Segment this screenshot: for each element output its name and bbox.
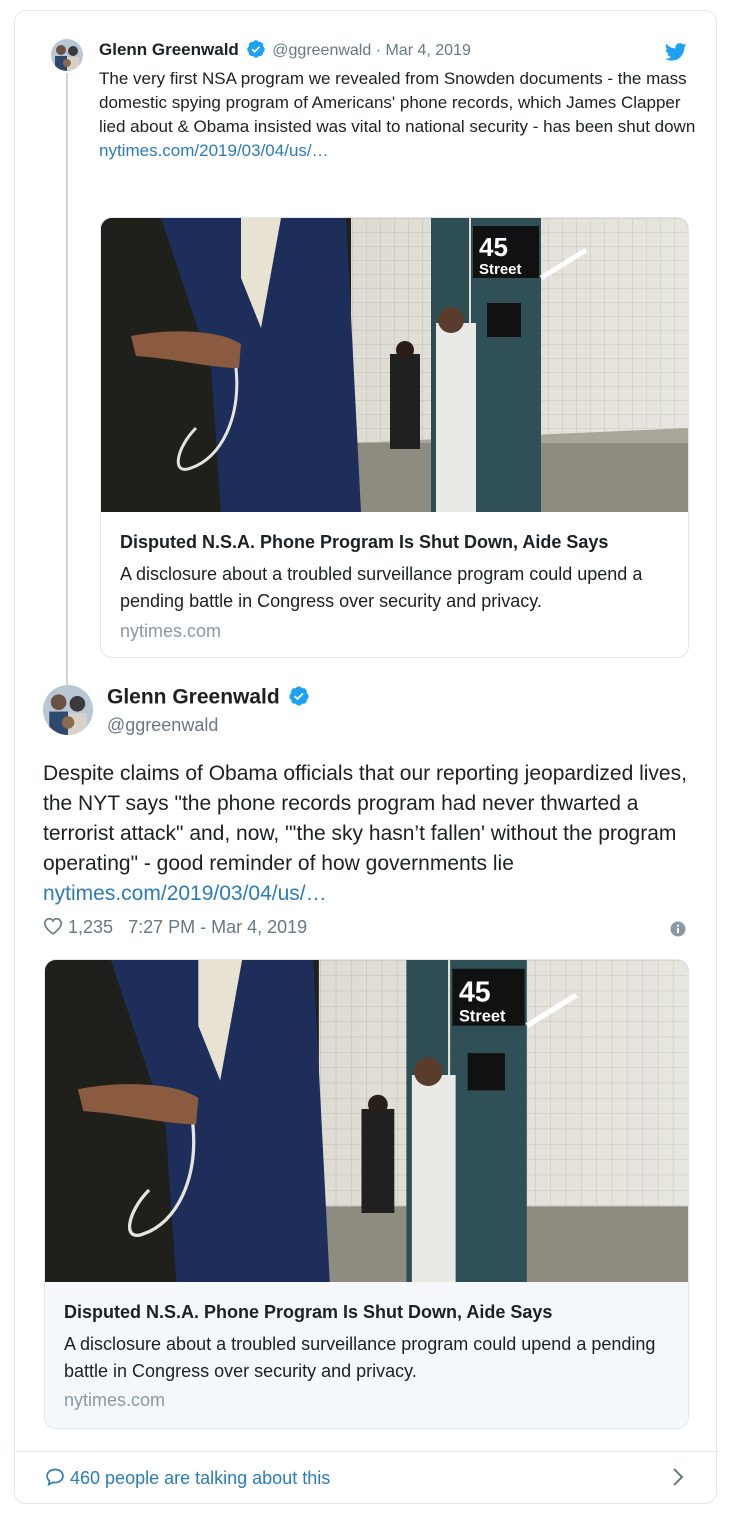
sign-word: Street bbox=[459, 1007, 506, 1025]
quoted-link-card[interactable]: 45 Street Disputed N.S.A. Phone Program … bbox=[100, 217, 689, 658]
quoted-avatar[interactable] bbox=[51, 39, 83, 71]
main-card-domain: nytimes.com bbox=[64, 1390, 166, 1410]
sign-number: 45 bbox=[479, 232, 508, 262]
tweet-embed: Glenn Greenwald @ggreenwald · Mar 4, 201… bbox=[14, 10, 717, 1504]
quoted-tweet-text: The very first NSA program we revealed f… bbox=[99, 69, 696, 136]
card-photo-subway: 45 Street bbox=[101, 218, 688, 512]
main-meta: 1,235 7:27 PM - Mar 4, 2019 bbox=[43, 917, 307, 938]
talking-link[interactable]: 460 people are talking about this bbox=[45, 1467, 330, 1489]
quoted-handle-date[interactable]: @ggreenwald · Mar 4, 2019 bbox=[272, 42, 471, 59]
like-count[interactable]: 1,235 bbox=[68, 917, 113, 937]
heart-icon[interactable] bbox=[43, 917, 63, 935]
main-tweet-text: Despite claims of Obama officials that o… bbox=[43, 762, 687, 875]
footer-divider bbox=[15, 1451, 716, 1452]
quoted-text-block: The very first NSA program we revealed f… bbox=[99, 67, 699, 163]
verified-badge-icon bbox=[246, 40, 265, 58]
quoted-card-domain: nytimes.com bbox=[120, 621, 222, 641]
avatar-photo bbox=[43, 685, 93, 735]
avatar-photo bbox=[51, 39, 83, 71]
verified-badge-icon bbox=[288, 686, 309, 706]
quoted-card-title: Disputed N.S.A. Phone Program Is Shut Do… bbox=[120, 532, 609, 552]
comment-bubble-icon bbox=[46, 1468, 64, 1487]
main-link-card[interactable]: 45 Street Disputed N.S.A. Phone Program … bbox=[44, 959, 689, 1429]
main-text-block: Despite claims of Obama officials that o… bbox=[43, 759, 693, 909]
twitter-bird-icon[interactable] bbox=[665, 43, 687, 61]
info-icon[interactable] bbox=[670, 921, 686, 937]
card-photo-subway: 45 Street bbox=[45, 960, 688, 1282]
main-card-description: A disclosure about a troubled surveillan… bbox=[64, 1334, 656, 1381]
quoted-card-description: A disclosure about a troubled surveillan… bbox=[120, 564, 643, 611]
quoted-tweet-link[interactable]: nytimes.com/2019/03/04/us/… bbox=[99, 141, 329, 160]
tweet-timestamp[interactable]: 7:27 PM - Mar 4, 2019 bbox=[128, 917, 307, 937]
main-author: Glenn Greenwald bbox=[107, 685, 310, 711]
sign-number: 45 bbox=[459, 977, 491, 1009]
sign-word: Street bbox=[479, 261, 522, 278]
talking-text[interactable]: 460 people are talking about this bbox=[70, 1468, 330, 1488]
main-avatar[interactable] bbox=[43, 685, 93, 735]
main-card-title: Disputed N.S.A. Phone Program Is Shut Do… bbox=[64, 1302, 553, 1322]
thread-line bbox=[66, 73, 68, 685]
main-handle[interactable]: @ggreenwald bbox=[107, 715, 218, 736]
quoted-display-name[interactable]: Glenn Greenwald bbox=[99, 40, 239, 59]
main-display-name[interactable]: Glenn Greenwald bbox=[107, 686, 280, 709]
chevron-right-icon[interactable] bbox=[671, 1467, 685, 1487]
quoted-header: Glenn Greenwald @ggreenwald · Mar 4, 201… bbox=[99, 39, 471, 62]
main-tweet-link[interactable]: nytimes.com/2019/03/04/us/… bbox=[43, 882, 327, 905]
